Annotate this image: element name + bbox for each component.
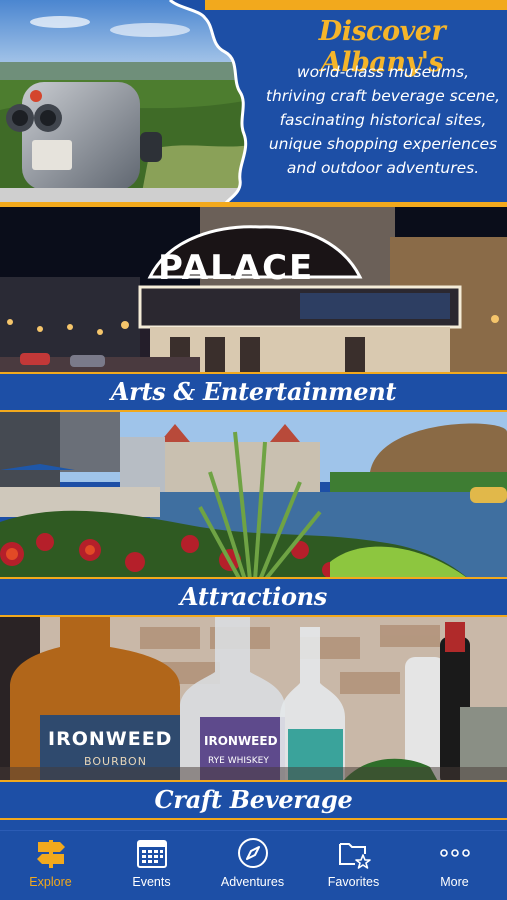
bottle-brand-text: IRONWEED bbox=[204, 734, 278, 748]
explore-screen: Discover Albany's world-class museums, t… bbox=[0, 0, 507, 900]
tab-label: Favorites bbox=[327, 875, 380, 889]
category-tile-attractions[interactable]: Attractions bbox=[0, 412, 507, 617]
tab-label: Adventures bbox=[220, 875, 285, 889]
hero-photo-viewer bbox=[0, 0, 248, 203]
hero-line: thriving craft beverage scene, bbox=[265, 87, 501, 105]
palace-theatre-photo: PALACE bbox=[0, 207, 507, 375]
palace-sign-text: PALACE bbox=[158, 248, 314, 288]
category-label: Arts & Entertainment bbox=[110, 377, 397, 406]
hero-line: and outdoor adventures. bbox=[286, 159, 480, 177]
hero-gold-stripe bbox=[205, 0, 507, 10]
category-label: Craft Beverage bbox=[154, 785, 353, 814]
hero-banner: Discover Albany's world-class museums, t… bbox=[0, 0, 507, 207]
tab-label: Explore bbox=[29, 875, 72, 889]
hero-line: world-class museums, bbox=[296, 63, 470, 81]
tab-label: More bbox=[440, 875, 469, 889]
tab-more[interactable]: More bbox=[404, 831, 505, 900]
calendar-icon bbox=[137, 840, 167, 868]
more-dots-icon bbox=[440, 849, 470, 857]
bottle-type-text: RYE WHISKEY bbox=[208, 756, 269, 766]
category-tile-arts-entertainment[interactable]: PALACE Arts & Entertainment bbox=[0, 207, 507, 412]
bottom-tab-bar: Explore Events Adventures Favorites More bbox=[0, 830, 507, 900]
tab-favorites[interactable]: Favorites bbox=[303, 831, 404, 900]
hero-line: fascinating historical sites, bbox=[279, 111, 487, 129]
bottle-type-text: BOURBON bbox=[84, 755, 147, 768]
category-banner: Arts & Entertainment bbox=[0, 372, 507, 412]
category-banner: Craft Beverage bbox=[0, 780, 507, 820]
tab-label: Events bbox=[132, 875, 171, 889]
category-label: Attractions bbox=[179, 582, 328, 611]
hero-description: world-class museums, thriving craft beve… bbox=[258, 60, 507, 180]
tab-events[interactable]: Events bbox=[101, 831, 202, 900]
category-tile-craft-beverage[interactable]: IRONWEED BOURBON IRONWEED RYE WHISKEY Cr… bbox=[0, 617, 507, 830]
tab-explore[interactable]: Explore bbox=[0, 831, 101, 900]
ironweed-bottles-photo: IRONWEED BOURBON IRONWEED RYE WHISKEY bbox=[0, 617, 507, 785]
folder-star-icon bbox=[339, 843, 371, 869]
category-banner: Attractions bbox=[0, 577, 507, 617]
compass-icon bbox=[238, 838, 268, 868]
tab-adventures[interactable]: Adventures bbox=[202, 831, 303, 900]
hero-line: unique shopping experiences bbox=[268, 135, 498, 153]
empire-state-plaza-photo bbox=[0, 412, 507, 580]
bottle-brand-text: IRONWEED bbox=[48, 728, 172, 750]
signpost-icon bbox=[37, 840, 65, 868]
